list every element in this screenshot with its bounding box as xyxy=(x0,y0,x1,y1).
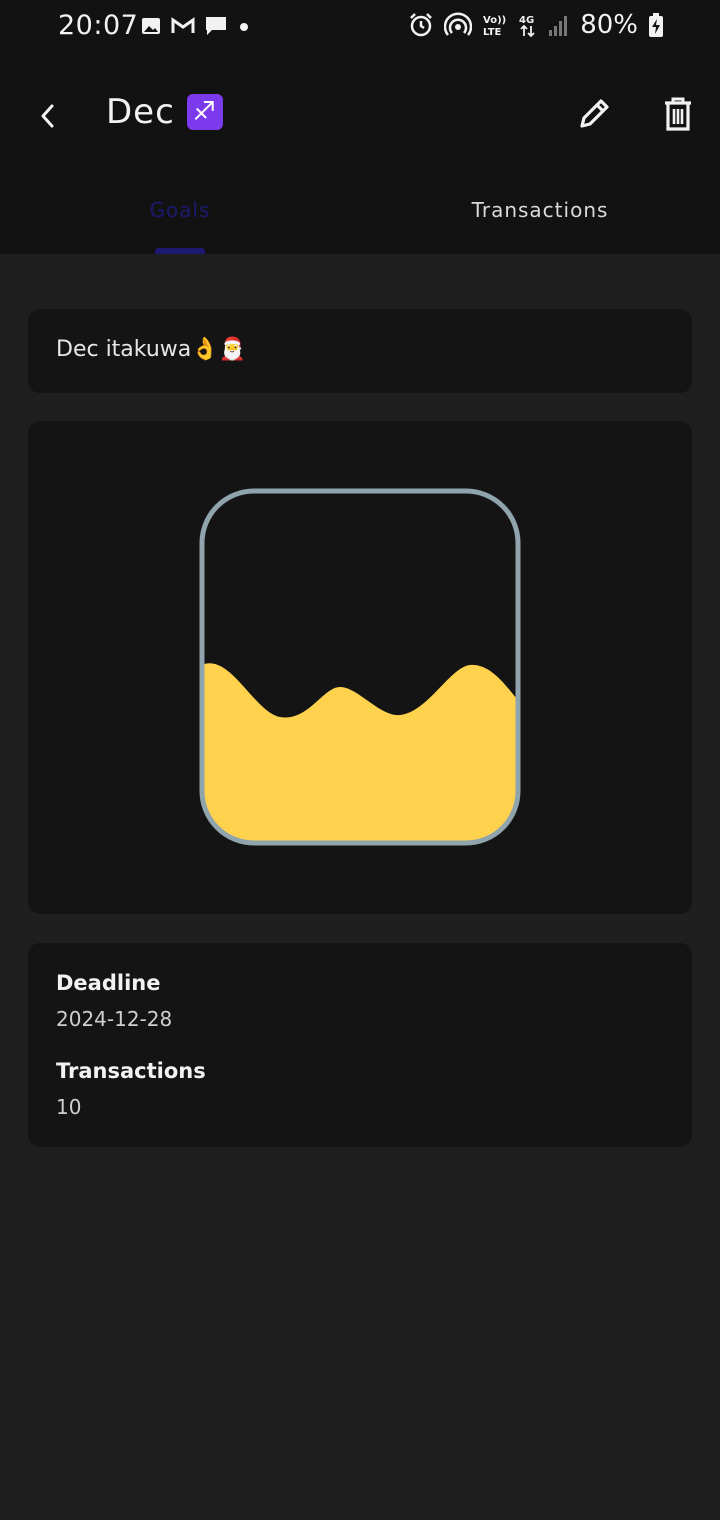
status-time: 20:07 xyxy=(58,10,139,41)
page-title: Dec ♐ xyxy=(106,92,223,132)
goal-description: Dec itakuwa👌🎅 xyxy=(56,337,247,362)
4g-icon: 4G xyxy=(519,15,535,38)
deadline-label: Deadline xyxy=(56,971,161,995)
tab-transactions-label: Transactions xyxy=(471,198,609,222)
status-right-icons: Vo)) LTE 4G 80% xyxy=(408,10,664,40)
goal-title: Dec xyxy=(106,92,175,132)
goal-description-card: Dec itakuwa👌🎅 xyxy=(28,309,692,393)
deadline-value: 2024-12-28 xyxy=(56,1007,173,1031)
svg-text:LTE: LTE xyxy=(483,27,502,38)
delete-button[interactable] xyxy=(656,90,700,138)
signal-icon xyxy=(549,16,568,36)
hotspot-icon xyxy=(444,12,473,36)
back-button[interactable] xyxy=(28,96,68,136)
tab-goals-label: Goals xyxy=(149,198,211,222)
dot-icon xyxy=(240,23,248,31)
battery-percent: 80% xyxy=(580,10,638,40)
status-left-icons xyxy=(140,14,252,38)
volte-icon: Vo))LTE xyxy=(483,15,506,38)
app-bar: Dec ♐ xyxy=(0,56,720,170)
chevron-left-icon xyxy=(41,104,54,128)
tab-indicator xyxy=(155,248,205,254)
transactions-count: 10 xyxy=(56,1095,82,1119)
trash-icon xyxy=(665,97,691,131)
battery-charging-icon xyxy=(649,13,663,37)
tab-goals[interactable]: Goals xyxy=(0,170,360,254)
svg-text:Vo)): Vo)) xyxy=(483,15,506,26)
progress-jar xyxy=(199,488,521,846)
edit-button[interactable] xyxy=(572,92,616,136)
image-icon xyxy=(142,18,160,34)
svg-text:4G: 4G xyxy=(519,15,534,26)
goal-progress-card xyxy=(28,421,692,914)
tab-bar: Goals Transactions xyxy=(0,170,720,254)
chat-icon xyxy=(206,17,226,35)
status-bar: 20:07 Vo)) LTE 4G 80% xyxy=(0,0,720,56)
pencil-icon xyxy=(580,99,609,128)
goal-info-card: Deadline 2024-12-28 Transactions 10 xyxy=(28,943,692,1147)
tab-transactions[interactable]: Transactions xyxy=(360,170,720,254)
sagittarius-icon: ♐ xyxy=(186,94,223,130)
transactions-label: Transactions xyxy=(56,1059,206,1083)
gmail-icon xyxy=(171,17,195,33)
alarm-icon xyxy=(410,13,433,37)
